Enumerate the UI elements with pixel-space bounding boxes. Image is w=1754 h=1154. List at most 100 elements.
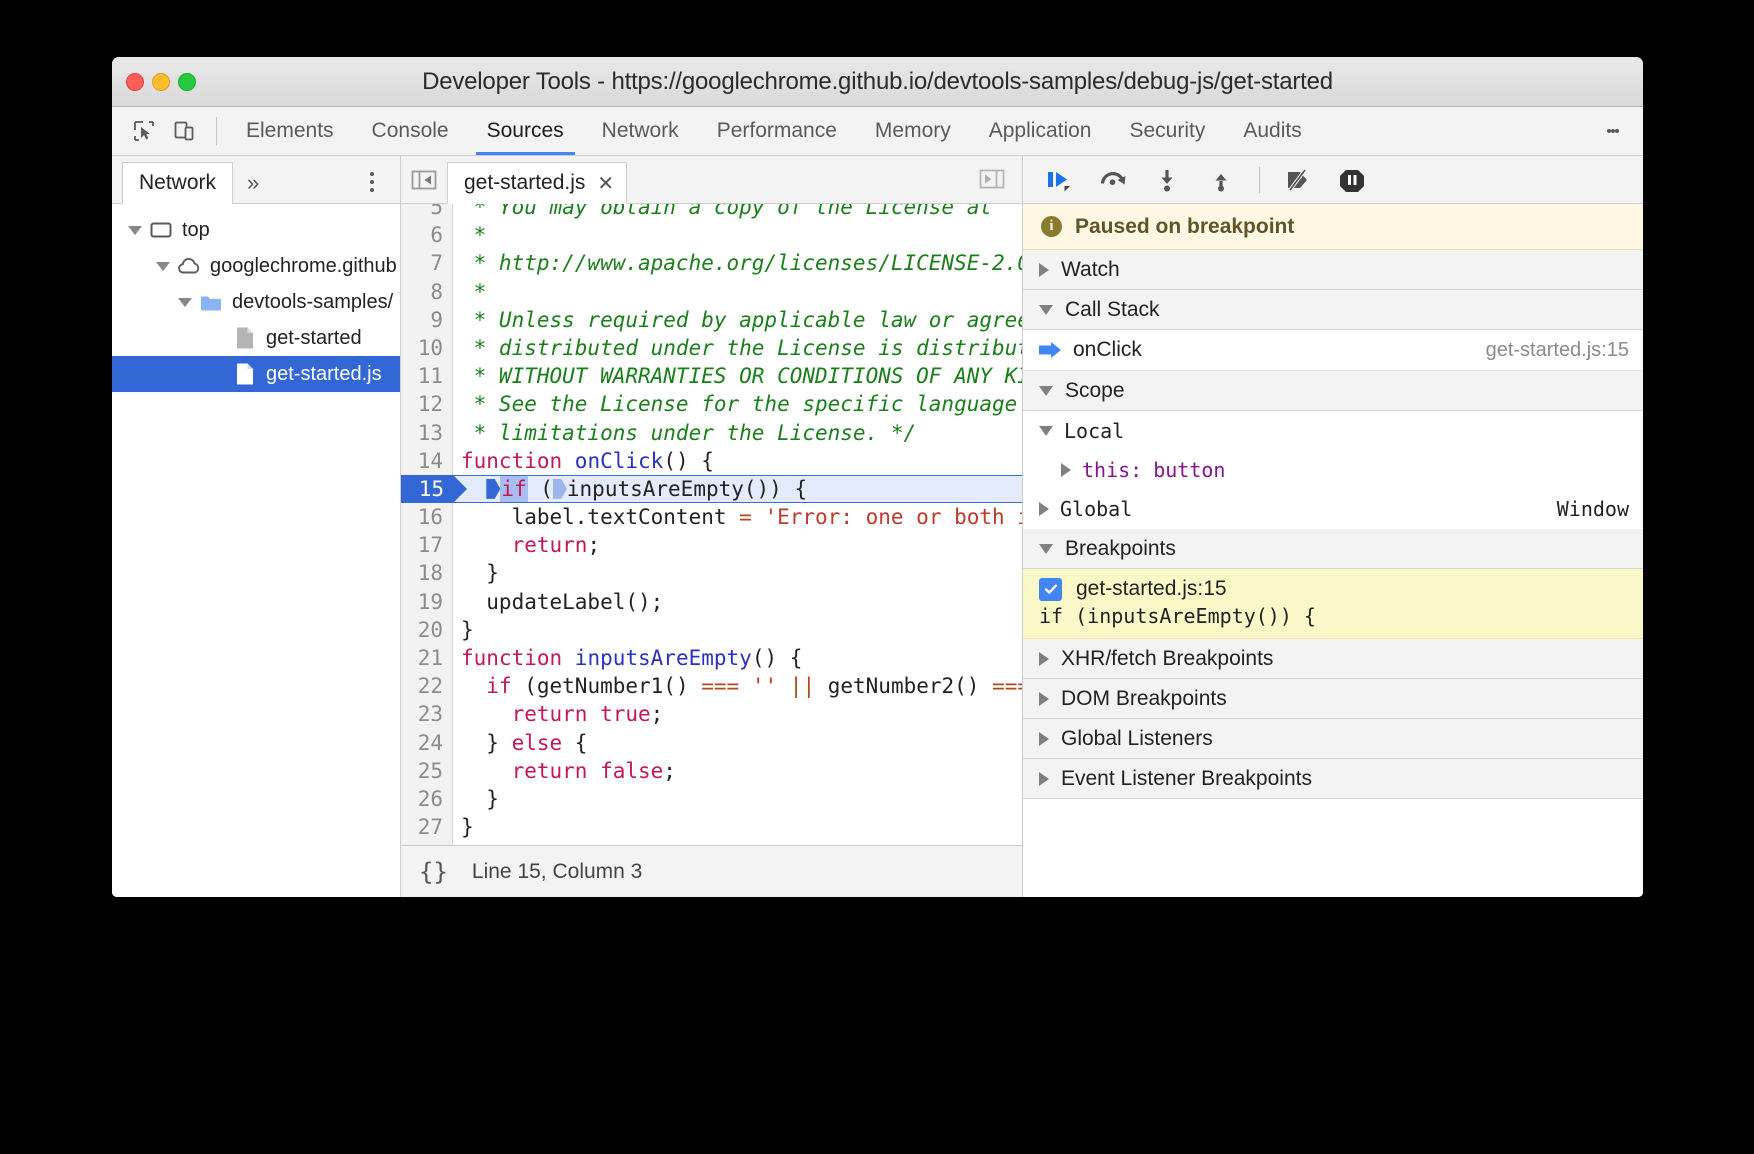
line-number[interactable]: 12 <box>401 390 453 418</box>
show-navigator-icon[interactable] <box>401 156 447 203</box>
section-watch[interactable]: Watch <box>1023 250 1643 290</box>
tree-item-devtools-samples[interactable]: devtools-samples/ <box>112 284 400 320</box>
line-number[interactable]: 13 <box>401 419 453 447</box>
step-over-icon[interactable] <box>1091 160 1135 200</box>
resume-icon[interactable] <box>1037 160 1081 200</box>
code-editor[interactable]: 5 * You may obtain a copy of the License… <box>401 204 1022 845</box>
scope-group-local[interactable]: Local <box>1023 411 1643 451</box>
line-number[interactable]: 14 <box>401 447 453 475</box>
section-scope[interactable]: Scope <box>1023 371 1643 411</box>
tree-item-get-started-js[interactable]: get-started.js <box>112 356 400 392</box>
deactivate-breakpoints-icon[interactable] <box>1276 160 1320 200</box>
breakpoint-gutter-marker[interactable]: 15 <box>401 475 453 503</box>
line-number[interactable]: 19 <box>401 588 453 616</box>
line-number[interactable]: 16 <box>401 503 453 531</box>
editor-tab-get-started-js[interactable]: get-started.js ✕ <box>447 162 627 204</box>
show-debugger-icon[interactable] <box>972 159 1012 199</box>
tree-item-googlechrome-github[interactable]: googlechrome.github <box>112 248 400 284</box>
expand-caret-icon[interactable] <box>152 262 174 271</box>
device-toolbar-icon[interactable] <box>164 107 204 155</box>
minimize-window-button[interactable] <box>152 73 170 91</box>
section-event-listener-breakpoints[interactable]: Event Listener Breakpoints <box>1023 759 1643 799</box>
expand-caret-icon[interactable] <box>174 298 196 307</box>
scope-group-global[interactable]: Global Window <box>1023 489 1643 529</box>
tab-sources[interactable]: Sources <box>468 107 583 155</box>
code-line[interactable]: 10 * distributed under the License is di… <box>401 334 1022 362</box>
more-options-icon[interactable] <box>1595 107 1631 155</box>
code-line[interactable]: 18 } <box>401 559 1022 587</box>
section-call-stack[interactable]: Call Stack <box>1023 290 1643 330</box>
pause-on-exceptions-icon[interactable] <box>1330 160 1374 200</box>
code-line[interactable]: 7 * http://www.apache.org/licenses/LICEN… <box>401 249 1022 277</box>
inspect-element-icon[interactable] <box>124 107 164 155</box>
pretty-print-icon[interactable]: {} <box>419 858 448 886</box>
navigator-more-tabs-icon[interactable]: » <box>233 163 273 203</box>
line-number[interactable]: 21 <box>401 644 453 672</box>
tab-network[interactable]: Network <box>583 107 698 155</box>
line-number[interactable]: 26 <box>401 785 453 813</box>
line-number[interactable]: 24 <box>401 729 453 757</box>
navigator-options-icon[interactable] <box>358 167 386 197</box>
scope-variable-this[interactable]: this: button <box>1023 451 1643 489</box>
line-number[interactable]: 22 <box>401 672 453 700</box>
tab-security[interactable]: Security <box>1110 107 1224 155</box>
code-line[interactable]: 24 } else { <box>401 729 1022 757</box>
zoom-window-button[interactable] <box>178 73 196 91</box>
code-line[interactable]: 20} <box>401 616 1022 644</box>
code-line[interactable]: 14function onClick() { <box>401 447 1022 475</box>
tree-item-top[interactable]: top <box>112 212 400 248</box>
code-line[interactable]: 17 return; <box>401 531 1022 559</box>
code-line[interactable]: 13 * limitations under the License. */ <box>401 419 1022 447</box>
code-line[interactable]: 15 if (inputsAreEmpty()) { <box>401 475 1022 503</box>
line-number[interactable]: 5 <box>401 204 453 221</box>
close-window-button[interactable] <box>126 73 144 91</box>
code-line[interactable]: 26 } <box>401 785 1022 813</box>
line-number[interactable]: 20 <box>401 616 453 644</box>
line-number[interactable]: 23 <box>401 700 453 728</box>
section-dom-breakpoints[interactable]: DOM Breakpoints <box>1023 679 1643 719</box>
tab-console[interactable]: Console <box>353 107 468 155</box>
step-out-icon[interactable] <box>1199 160 1243 200</box>
section-breakpoints[interactable]: Breakpoints <box>1023 529 1643 569</box>
line-number[interactable]: 27 <box>401 813 453 841</box>
code-line[interactable]: 19 updateLabel(); <box>401 588 1022 616</box>
step-into-icon[interactable] <box>1145 160 1189 200</box>
section-global-listeners[interactable]: Global Listeners <box>1023 719 1643 759</box>
line-number[interactable]: 17 <box>401 531 453 559</box>
tab-memory[interactable]: Memory <box>856 107 970 155</box>
tab-application[interactable]: Application <box>970 107 1111 155</box>
tab-audits[interactable]: Audits <box>1224 107 1320 155</box>
breakpoint-checkbox[interactable] <box>1039 578 1062 601</box>
code-line[interactable]: 28function updateLabel() { <box>401 841 1022 845</box>
line-number[interactable]: 6 <box>401 221 453 249</box>
tab-elements[interactable]: Elements <box>227 107 353 155</box>
tab-performance[interactable]: Performance <box>698 107 856 155</box>
expand-caret-icon[interactable] <box>124 226 146 235</box>
section-xhr-fetch-breakpoints[interactable]: XHR/fetch Breakpoints <box>1023 639 1643 679</box>
code-line[interactable]: 27} <box>401 813 1022 841</box>
code-line[interactable]: 12 * See the License for the specific la… <box>401 390 1022 418</box>
line-number[interactable]: 7 <box>401 249 453 277</box>
code-line[interactable]: 22 if (getNumber1() === '' || getNumber2… <box>401 672 1022 700</box>
breakpoint-item[interactable]: get-started.js:15 if (inputsAreEmpty()) … <box>1023 569 1643 639</box>
line-number[interactable]: 18 <box>401 559 453 587</box>
close-tab-icon[interactable]: ✕ <box>597 171 614 196</box>
code-line[interactable]: 5 * You may obtain a copy of the License… <box>401 204 1022 221</box>
code-line[interactable]: 9 * Unless required by applicable law or… <box>401 306 1022 334</box>
line-number[interactable]: 9 <box>401 306 453 334</box>
code-scroll-area[interactable]: 5 * You may obtain a copy of the License… <box>401 204 1022 845</box>
line-number[interactable]: 10 <box>401 334 453 362</box>
line-number[interactable]: 25 <box>401 757 453 785</box>
line-number[interactable]: 8 <box>401 278 453 306</box>
line-number[interactable]: 11 <box>401 362 453 390</box>
code-line[interactable]: 25 return false; <box>401 757 1022 785</box>
line-number[interactable]: 28 <box>401 841 453 845</box>
code-line[interactable]: 6 * <box>401 221 1022 249</box>
code-line[interactable]: 21function inputsAreEmpty() { <box>401 644 1022 672</box>
code-line[interactable]: 23 return true; <box>401 700 1022 728</box>
code-line[interactable]: 11 * WITHOUT WARRANTIES OR CONDITIONS OF… <box>401 362 1022 390</box>
navigator-tab-network[interactable]: Network <box>122 162 233 204</box>
tree-item-get-started[interactable]: get-started <box>112 320 400 356</box>
call-stack-frame-onclick[interactable]: onClick get-started.js:15 <box>1023 330 1643 371</box>
code-line[interactable]: 8 * <box>401 278 1022 306</box>
